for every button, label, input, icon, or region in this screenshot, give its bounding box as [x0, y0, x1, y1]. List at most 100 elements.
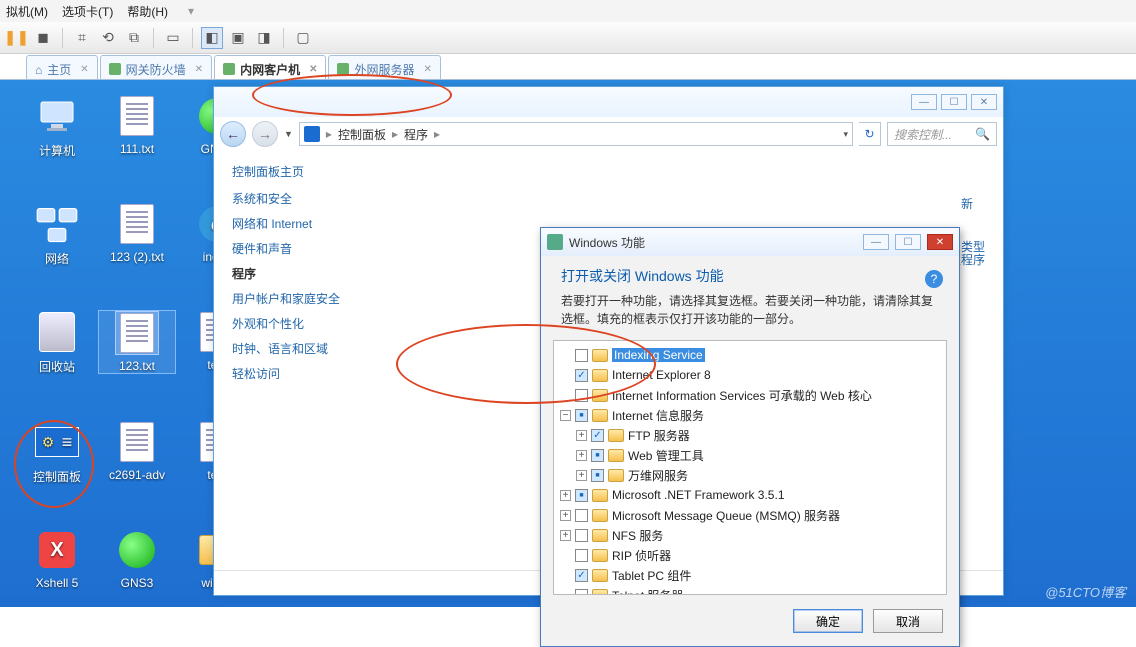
- expand-icon[interactable]: +: [576, 470, 587, 481]
- dialog-title: Windows 功能: [569, 234, 857, 251]
- feature-nfs[interactable]: +NFS 服务: [556, 525, 944, 545]
- ok-button[interactable]: 确定: [793, 609, 863, 633]
- features-tree[interactable]: Indexing Service Internet Explorer 8 Int…: [553, 340, 947, 595]
- view-right-icon[interactable]: ◨: [253, 27, 275, 49]
- folder-icon: [592, 569, 608, 582]
- feature-ftp-server[interactable]: +FTP 服务器: [556, 425, 944, 445]
- desktop-icon-recycle-bin[interactable]: 回收站: [18, 310, 96, 375]
- search-box[interactable]: 搜索控制... 🔍: [887, 122, 997, 146]
- desktop-icon-123txt[interactable]: 123.txt: [98, 310, 176, 374]
- address-bar[interactable]: ▸ 控制面板 ▸ 程序 ▸ ▾: [299, 122, 853, 146]
- feature-iis[interactable]: −Internet 信息服务: [556, 405, 944, 425]
- snapshot-icon[interactable]: ⌗: [71, 27, 93, 49]
- close-button[interactable]: ✕: [927, 234, 953, 250]
- dialog-heading: 打开或关闭 Windows 功能: [561, 266, 943, 286]
- sidebar-link-network[interactable]: 网络和 Internet: [232, 215, 356, 232]
- desktop-icon-control-panel[interactable]: 控制面板: [18, 420, 96, 485]
- close-icon[interactable]: ✕: [195, 64, 203, 75]
- tab-extranet-server[interactable]: 外网服务器✕: [328, 55, 440, 79]
- sidebar-link-clock[interactable]: 时钟、语言和区域: [232, 340, 356, 357]
- sidebar-link-accounts[interactable]: 用户帐户和家庭安全: [232, 290, 356, 307]
- close-button[interactable]: ✕: [971, 94, 997, 110]
- folder-icon: [592, 409, 608, 422]
- maximize-button[interactable]: ☐: [941, 94, 967, 110]
- pause-icon[interactable]: ❚❚: [6, 27, 28, 49]
- help-icon[interactable]: ?: [925, 270, 943, 288]
- feature-dotnet[interactable]: +Microsoft .NET Framework 3.5.1: [556, 485, 944, 505]
- feature-web-mgmt[interactable]: +Web 管理工具: [556, 445, 944, 465]
- sidebar-link-hardware[interactable]: 硬件和声音: [232, 240, 356, 257]
- breadcrumb-sep: ▸: [392, 127, 398, 141]
- desktop-icon-network[interactable]: 网络: [18, 202, 96, 267]
- menu-help[interactable]: 帮助(H): [127, 3, 168, 20]
- dialog-titlebar: Windows 功能 — ☐ ✕: [541, 228, 959, 256]
- app-menubar: 拟机(M) 选项卡(T) 帮助(H) ▾: [0, 0, 1136, 22]
- txt-file-icon: [115, 420, 159, 464]
- folder-icon: [592, 529, 608, 542]
- view-full-icon[interactable]: ▣: [227, 27, 249, 49]
- txt-file-icon: [115, 311, 159, 355]
- folder-icon: [592, 349, 608, 362]
- nav-back-button[interactable]: ←: [220, 121, 246, 147]
- desktop-icon-111txt[interactable]: 111.txt: [98, 94, 176, 156]
- desktop-icon-xshell[interactable]: XXshell 5: [18, 528, 96, 590]
- close-icon[interactable]: ✕: [80, 64, 88, 75]
- close-icon[interactable]: ✕: [309, 64, 317, 75]
- close-icon[interactable]: ✕: [423, 64, 431, 75]
- feature-telnet[interactable]: Telnet 服务器: [556, 585, 944, 595]
- tab-gateway-firewall[interactable]: 网关防火墙✕: [100, 55, 212, 79]
- view-left-icon[interactable]: ◧: [201, 27, 223, 49]
- desktop-icon-gns3b[interactable]: GNS3: [98, 528, 176, 590]
- addr-dropdown-icon[interactable]: ▾: [843, 129, 848, 140]
- tab-home[interactable]: ⌂主页✕: [26, 55, 98, 79]
- desktop-icon-123-2txt[interactable]: 123 (2).txt: [98, 202, 176, 264]
- windows-features-dialog: Windows 功能 — ☐ ✕ 打开或关闭 Windows 功能 ? 若要打开…: [540, 227, 960, 647]
- sidebar-link-system[interactable]: 系统和安全: [232, 190, 356, 207]
- nav-forward-button[interactable]: →: [252, 121, 278, 147]
- expand-icon[interactable]: +: [576, 450, 587, 461]
- content-link-refresh[interactable]: 新: [961, 195, 985, 212]
- desktop-icon-c2691[interactable]: c2691-adv: [98, 420, 176, 482]
- feature-ie8[interactable]: Internet Explorer 8: [556, 365, 944, 385]
- sidebar-link-appearance[interactable]: 外观和个性化: [232, 315, 356, 332]
- feature-tablet[interactable]: Tablet PC 组件: [556, 565, 944, 585]
- txt-file-icon: [115, 94, 159, 138]
- collapse-icon[interactable]: −: [560, 410, 571, 421]
- unity-icon[interactable]: ▢: [292, 27, 314, 49]
- expand-icon[interactable]: +: [560, 510, 571, 521]
- menu-vm[interactable]: 拟机(M): [6, 3, 48, 20]
- sidebar-link-programs[interactable]: 程序: [232, 265, 356, 282]
- watermark: @51CTO博客: [1045, 582, 1126, 601]
- expand-icon[interactable]: +: [576, 430, 587, 441]
- desktop-icon-computer[interactable]: 计算机: [18, 94, 96, 159]
- breadcrumb-seg[interactable]: 程序: [404, 126, 428, 143]
- feature-rip[interactable]: RIP 侦听器: [556, 545, 944, 565]
- folder-icon: [608, 469, 624, 482]
- feature-indexing-service[interactable]: Indexing Service: [556, 345, 944, 365]
- control-panel-icon: [304, 126, 320, 142]
- folder-icon: [592, 509, 608, 522]
- fit-icon[interactable]: ▭: [162, 27, 184, 49]
- home-icon: ⌂: [35, 63, 42, 75]
- feature-www[interactable]: +万维网服务: [556, 465, 944, 485]
- sidebar-title[interactable]: 控制面板主页: [232, 163, 356, 180]
- breadcrumb-seg[interactable]: 控制面板: [338, 126, 386, 143]
- refresh-button[interactable]: ↻: [859, 122, 881, 146]
- control-panel-icon: [35, 420, 79, 464]
- sidebar-link-ease[interactable]: 轻松访问: [232, 365, 356, 382]
- nav-history-dropdown[interactable]: ▼: [284, 129, 293, 139]
- manage-icon[interactable]: ⧉: [123, 27, 145, 49]
- minimize-button[interactable]: —: [863, 234, 889, 250]
- feature-iis-hostable[interactable]: Internet Information Services 可承载的 Web 核…: [556, 385, 944, 405]
- expand-icon[interactable]: +: [560, 530, 571, 541]
- feature-msmq[interactable]: +Microsoft Message Queue (MSMQ) 服务器: [556, 505, 944, 525]
- expand-icon[interactable]: +: [560, 490, 571, 501]
- tab-intranet-client[interactable]: 内网客户机✕: [214, 55, 326, 79]
- revert-icon[interactable]: ⟲: [97, 27, 119, 49]
- minimize-button[interactable]: —: [911, 94, 937, 110]
- maximize-button[interactable]: ☐: [895, 234, 921, 250]
- menu-tab[interactable]: 选项卡(T): [62, 3, 113, 20]
- stop-icon[interactable]: ◼: [32, 27, 54, 49]
- cancel-button[interactable]: 取消: [873, 609, 943, 633]
- explorer-nav-row: ← → ▼ ▸ 控制面板 ▸ 程序 ▸ ▾ ↻ 搜索控制... 🔍: [214, 117, 1003, 151]
